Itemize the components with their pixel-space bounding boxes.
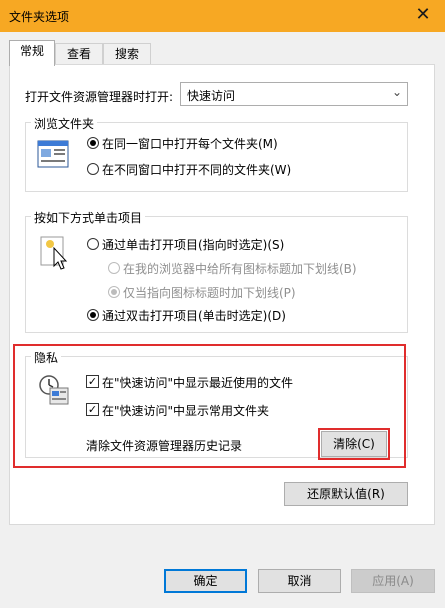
radio-same-window[interactable]: [87, 137, 99, 149]
chevron-down-icon: ⌄: [391, 85, 402, 99]
checkbox-frequent-folders[interactable]: ✓: [86, 403, 99, 416]
open-explorer-value: 快速访问: [187, 89, 236, 103]
checkbox-recent-files[interactable]: ✓: [86, 375, 99, 388]
open-explorer-select[interactable]: 快速访问 ⌄: [180, 82, 408, 106]
frequent-folders-label[interactable]: 在"快速访问"中显示常用文件夹: [102, 402, 269, 419]
radio-double-click[interactable]: [87, 309, 99, 321]
apply-button[interactable]: 应用(A): [351, 569, 435, 593]
privacy-legend: 隐私: [31, 349, 62, 366]
folder-window-icon: [37, 140, 69, 168]
privacy-clock-icon: [39, 375, 69, 405]
close-icon[interactable]: ✕: [401, 0, 445, 32]
clear-history-label: 清除文件资源管理器历史记录: [86, 439, 243, 453]
underline-point-label[interactable]: 仅当指向图标标题时加下划线(P): [123, 284, 296, 301]
click-items-legend: 按如下方式单击项目: [31, 209, 146, 226]
double-click-label[interactable]: 通过双击打开项目(单击时选定)(D): [102, 307, 286, 324]
radio-underline-point[interactable]: [108, 286, 120, 298]
clear-button[interactable]: 清除(C): [321, 431, 387, 457]
restore-defaults-button[interactable]: 还原默认值(R): [284, 482, 408, 506]
window-title: 文件夹选项: [9, 10, 70, 24]
browse-folders-group: 浏览文件夹: [25, 115, 408, 192]
tab-search[interactable]: 搜索: [103, 43, 151, 65]
title-bar: 文件夹选项 ✕: [0, 0, 445, 32]
same-window-label[interactable]: 在同一窗口中打开每个文件夹(M): [102, 135, 278, 152]
single-click-label[interactable]: 通过单击打开项目(指向时选定)(S): [102, 236, 284, 253]
tab-view[interactable]: 查看: [55, 43, 103, 65]
browse-folders-legend: 浏览文件夹: [31, 115, 98, 132]
cursor-click-icon: [40, 236, 68, 270]
underline-all-label[interactable]: 在我的浏览器中给所有图标标题加下划线(B): [123, 260, 357, 277]
radio-single-click[interactable]: [87, 238, 99, 250]
radio-underline-all[interactable]: [108, 262, 120, 274]
cancel-button[interactable]: 取消: [258, 569, 341, 593]
tab-general[interactable]: 常规: [9, 40, 55, 66]
radio-new-window[interactable]: [87, 163, 99, 175]
new-window-label[interactable]: 在不同窗口中打开不同的文件夹(W): [102, 161, 291, 178]
recent-files-label[interactable]: 在"快速访问"中显示最近使用的文件: [102, 374, 293, 391]
ok-button[interactable]: 确定: [164, 569, 247, 593]
open-explorer-label: 打开文件资源管理器时打开:: [25, 90, 174, 104]
